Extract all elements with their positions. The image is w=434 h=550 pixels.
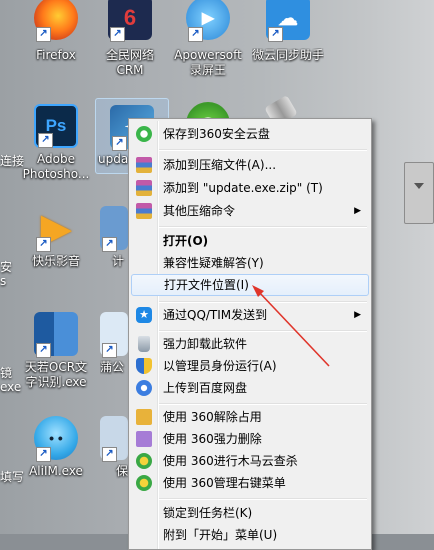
shortcut-arrow-icon: ↗: [102, 343, 117, 358]
shortcut-arrow-icon: ↗: [36, 27, 51, 42]
shortcut-arrow-icon: ↗: [102, 237, 117, 252]
app-icon: ↗: [100, 416, 128, 462]
shortcut-arrow-icon: ↗: [110, 27, 125, 42]
desktop-icon-jisuan-partial[interactable]: ↗ 计: [100, 206, 128, 300]
menu-separator: [159, 498, 367, 500]
kuaibo-player-icon: ▶ ↗: [34, 206, 78, 252]
calculator-icon: ↗: [100, 206, 128, 252]
menu-item-save-360-cloud[interactable]: 保存到360安全云盘: [131, 123, 369, 145]
submenu-arrow-icon: ▶: [354, 206, 361, 216]
menu-separator: [159, 403, 367, 405]
menu-item-send-qq-tim[interactable]: ★ 通过QQ/TIM发送到 ▶: [131, 304, 369, 326]
edge-label: 安: [0, 260, 13, 274]
menu-item-force-uninstall[interactable]: 强力卸载此软件: [131, 333, 369, 355]
icon-label-line2: Photosho...: [22, 167, 90, 181]
shortcut-arrow-icon: ↗: [102, 447, 117, 462]
scan-360-icon: [136, 453, 152, 469]
icon-label: 计: [112, 254, 125, 268]
icon-label: 微云同步助手: [252, 48, 324, 62]
ocr-icon: ↗: [34, 312, 78, 358]
shortcut-arrow-icon: ↗: [112, 136, 127, 151]
menu-separator: [159, 301, 367, 303]
winrar-icon: [136, 203, 152, 219]
winrar-icon: [136, 180, 152, 196]
edge-label: 填写: [0, 470, 25, 484]
desktop-icon-pugong-partial[interactable]: ↗ 蒲公: [100, 312, 128, 406]
icon-label: AliIM.exe: [29, 464, 83, 478]
desktop-icon-apowersoft[interactable]: ▶ ↗ Apowersoft 录屏王: [172, 0, 244, 94]
submenu-arrow-icon: ▶: [354, 310, 361, 320]
edge-label: exe: [0, 380, 22, 394]
shortcut-arrow-icon: ↗: [38, 133, 53, 148]
shortcut-arrow-icon: ↗: [36, 237, 51, 252]
menu-item-compat-troubleshoot[interactable]: 兼容性疑难解答(Y): [131, 252, 369, 274]
aliim-icon: • • ↗: [34, 416, 78, 462]
photoshop-icon: Ps ↗: [34, 104, 78, 148]
icon-label: 蒲公: [100, 360, 125, 374]
menu-item-360-manage-menu[interactable]: 使用 360管理右键菜单: [131, 472, 369, 494]
baidu-cloud-icon: [136, 380, 152, 396]
icon-label-line2: 录屏王: [189, 63, 226, 77]
shield-icon: [136, 358, 152, 374]
menu-separator: [159, 330, 367, 332]
desktop-icon-aliim[interactable]: • • ↗ AliIM.exe: [20, 416, 92, 510]
menu-item-run-as-admin[interactable]: 以管理员身份运行(A): [131, 355, 369, 377]
firefox-icon: ↗: [34, 0, 78, 42]
menu-item-add-archive[interactable]: 添加到压缩文件(A)...: [131, 154, 369, 176]
shortcut-arrow-icon: ↗: [36, 343, 51, 358]
context-menu: 保存到360安全云盘 添加到压缩文件(A)... 添加到 "update.exe…: [128, 118, 372, 550]
menu-item-add-to-zip[interactable]: 添加到 "update.exe.zip" (T): [131, 177, 369, 199]
qq-icon: ★: [136, 307, 152, 323]
icon-label: 保: [116, 464, 128, 478]
winrar-icon: [136, 157, 152, 173]
shortcut-arrow-icon: ↗: [188, 27, 203, 42]
desktop-icon-bao-partial[interactable]: ↗ 保: [100, 416, 128, 510]
icon-label: 全民网络: [105, 48, 154, 62]
trash-icon: [138, 336, 150, 352]
icon-label: Adobe: [37, 152, 75, 166]
edge-label: 连接: [0, 154, 25, 168]
apowersoft-icon: ▶ ↗: [186, 0, 230, 42]
menu-item-360-force-delete[interactable]: 使用 360强力删除: [131, 428, 369, 450]
unlock-360-icon: [136, 409, 152, 425]
desktop-icon-kuaibo[interactable]: ▶ ↗ 快乐影音: [20, 206, 92, 300]
menu-separator: [159, 226, 367, 228]
dandelion-icon: ↗: [100, 312, 128, 358]
icon-label: Apowersoft: [174, 48, 242, 62]
desktop-icon-quanmin-crm[interactable]: 6 ↗ 全民网络 CRM: [94, 0, 166, 94]
menu-item-open-file-location[interactable]: 打开文件位置(I): [131, 274, 369, 296]
menu-item-pin-start[interactable]: 附到「开始」菜单(U): [131, 524, 369, 546]
edge-label: 镜: [0, 366, 13, 380]
icon-label: Firefox: [36, 48, 76, 62]
menu-item-360-trojan-scan[interactable]: 使用 360进行木马云查杀: [131, 450, 369, 472]
cloud-360-icon: [136, 126, 152, 142]
menu-separator: [159, 149, 367, 151]
menu-item-360-unlock[interactable]: 使用 360解除占用: [131, 406, 369, 428]
delete-360-icon: [136, 431, 152, 447]
desktop-icon-weiyun[interactable]: ☁ ↗ 微云同步助手: [252, 0, 324, 94]
manage-360-icon: [136, 475, 152, 491]
menu-item-open[interactable]: 打开(O): [131, 230, 369, 252]
icon-label-line2: CRM: [116, 63, 144, 77]
menu-item-pin-taskbar[interactable]: 锁定到任务栏(K): [131, 502, 369, 524]
icon-label: 天若OCR文: [24, 360, 88, 374]
crm-icon: 6 ↗: [108, 0, 152, 42]
weiyun-icon: ☁ ↗: [266, 0, 310, 42]
shortcut-arrow-icon: ↗: [36, 447, 51, 462]
edge-label: s: [0, 274, 7, 288]
icon-label: 快乐影音: [31, 254, 80, 268]
icon-label-line2: 字识别.exe: [25, 375, 87, 389]
desktop-icon-firefox[interactable]: ↗ Firefox: [20, 0, 92, 94]
menu-item-other-compress[interactable]: 其他压缩命令 ▶: [131, 200, 369, 222]
desktop-icon-photoshop[interactable]: Ps ↗ Adobe Photosho...: [20, 104, 92, 198]
shortcut-arrow-icon: ↗: [268, 27, 283, 42]
right-edge-scroll-handle[interactable]: [404, 162, 434, 224]
desktop-icon-tianruo-ocr[interactable]: ↗ 天若OCR文 字识别.exe: [20, 312, 92, 406]
menu-item-upload-baidu[interactable]: 上传到百度网盘: [131, 377, 369, 399]
